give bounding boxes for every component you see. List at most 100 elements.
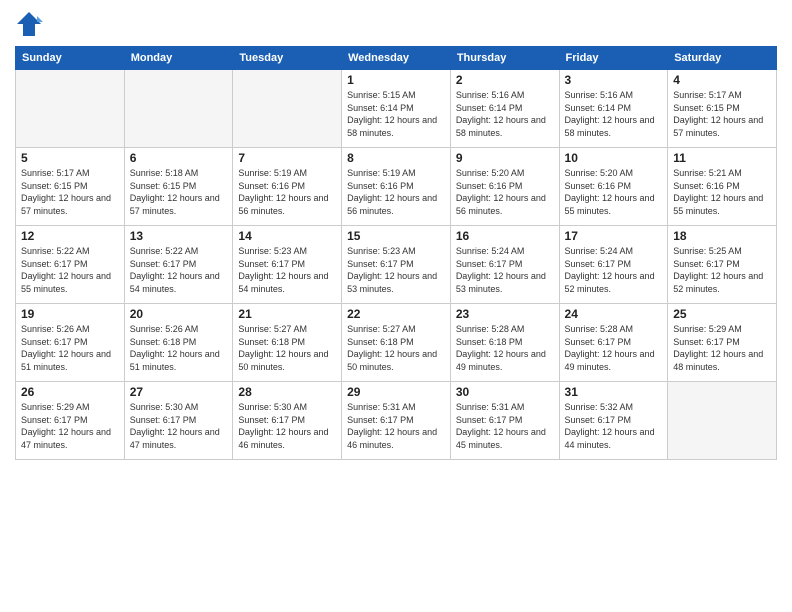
calendar-cell: 26 Sunrise: 5:29 AM Sunset: 6:17 PM Dayli… [16, 382, 125, 460]
day-number: 5 [21, 151, 119, 165]
day-number: 21 [238, 307, 336, 321]
day-info: Sunrise: 5:23 AM Sunset: 6:17 PM Dayligh… [347, 245, 445, 295]
day-info: Sunrise: 5:30 AM Sunset: 6:17 PM Dayligh… [130, 401, 228, 451]
calendar-cell: 20 Sunrise: 5:26 AM Sunset: 6:18 PM Dayli… [124, 304, 233, 382]
calendar-cell: 14 Sunrise: 5:23 AM Sunset: 6:17 PM Dayli… [233, 226, 342, 304]
day-info: Sunrise: 5:16 AM Sunset: 6:14 PM Dayligh… [565, 89, 663, 139]
calendar-header-sunday: Sunday [16, 47, 125, 70]
day-number: 13 [130, 229, 228, 243]
day-info: Sunrise: 5:28 AM Sunset: 6:18 PM Dayligh… [456, 323, 554, 373]
calendar-cell: 30 Sunrise: 5:31 AM Sunset: 6:17 PM Dayli… [450, 382, 559, 460]
header [15, 10, 777, 38]
calendar-header-wednesday: Wednesday [342, 47, 451, 70]
day-number: 19 [21, 307, 119, 321]
day-number: 7 [238, 151, 336, 165]
day-number: 24 [565, 307, 663, 321]
calendar-cell: 27 Sunrise: 5:30 AM Sunset: 6:17 PM Dayli… [124, 382, 233, 460]
day-info: Sunrise: 5:25 AM Sunset: 6:17 PM Dayligh… [673, 245, 771, 295]
day-info: Sunrise: 5:19 AM Sunset: 6:16 PM Dayligh… [238, 167, 336, 217]
day-number: 6 [130, 151, 228, 165]
day-number: 14 [238, 229, 336, 243]
week-row-4: 19 Sunrise: 5:26 AM Sunset: 6:17 PM Dayli… [16, 304, 777, 382]
calendar-header-tuesday: Tuesday [233, 47, 342, 70]
logo-icon [15, 10, 43, 38]
day-info: Sunrise: 5:22 AM Sunset: 6:17 PM Dayligh… [21, 245, 119, 295]
day-number: 27 [130, 385, 228, 399]
calendar-cell: 23 Sunrise: 5:28 AM Sunset: 6:18 PM Dayli… [450, 304, 559, 382]
calendar-cell: 12Sunrise: 5:22 AM Sunset: 6:17 PM Dayli… [16, 226, 125, 304]
week-row-3: 12Sunrise: 5:22 AM Sunset: 6:17 PM Dayli… [16, 226, 777, 304]
day-number: 31 [565, 385, 663, 399]
calendar-header-thursday: Thursday [450, 47, 559, 70]
day-info: Sunrise: 5:32 AM Sunset: 6:17 PM Dayligh… [565, 401, 663, 451]
day-number: 16 [456, 229, 554, 243]
calendar-cell: 22Sunrise: 5:27 AM Sunset: 6:18 PM Dayli… [342, 304, 451, 382]
day-info: Sunrise: 5:17 AM Sunset: 6:15 PM Dayligh… [673, 89, 771, 139]
page: SundayMondayTuesdayWednesdayThursdayFrid… [0, 0, 792, 612]
day-info: Sunrise: 5:19 AM Sunset: 6:16 PM Dayligh… [347, 167, 445, 217]
day-info: Sunrise: 5:23 AM Sunset: 6:17 PM Dayligh… [238, 245, 336, 295]
day-info: Sunrise: 5:18 AM Sunset: 6:15 PM Dayligh… [130, 167, 228, 217]
day-info: Sunrise: 5:22 AM Sunset: 6:17 PM Dayligh… [130, 245, 228, 295]
calendar-cell: 19 Sunrise: 5:26 AM Sunset: 6:17 PM Dayli… [16, 304, 125, 382]
day-number: 17 [565, 229, 663, 243]
day-number: 30 [456, 385, 554, 399]
day-info: Sunrise: 5:26 AM Sunset: 6:18 PM Dayligh… [130, 323, 228, 373]
logo [15, 10, 47, 38]
calendar-cell: 25 Sunrise: 5:29 AM Sunset: 6:17 PM Dayli… [668, 304, 777, 382]
day-number: 4 [673, 73, 771, 87]
day-number: 29 [347, 385, 445, 399]
calendar-cell: 28 Sunrise: 5:30 AM Sunset: 6:17 PM Dayli… [233, 382, 342, 460]
calendar-cell: 21 Sunrise: 5:27 AM Sunset: 6:18 PM Dayli… [233, 304, 342, 382]
day-number: 11 [673, 151, 771, 165]
calendar-cell: 16Sunrise: 5:24 AM Sunset: 6:17 PM Dayli… [450, 226, 559, 304]
day-number: 20 [130, 307, 228, 321]
calendar-cell [124, 70, 233, 148]
calendar-cell: 3 Sunrise: 5:16 AM Sunset: 6:14 PM Daylig… [559, 70, 668, 148]
day-info: Sunrise: 5:15 AM Sunset: 6:14 PM Dayligh… [347, 89, 445, 139]
day-info: Sunrise: 5:29 AM Sunset: 6:17 PM Dayligh… [21, 401, 119, 451]
day-number: 28 [238, 385, 336, 399]
day-info: Sunrise: 5:20 AM Sunset: 6:16 PM Dayligh… [456, 167, 554, 217]
day-number: 26 [21, 385, 119, 399]
calendar-cell: 24 Sunrise: 5:28 AM Sunset: 6:17 PM Dayli… [559, 304, 668, 382]
calendar-cell: 5Sunrise: 5:17 AM Sunset: 6:15 PM Daylig… [16, 148, 125, 226]
calendar-cell: 7 Sunrise: 5:19 AM Sunset: 6:16 PM Daylig… [233, 148, 342, 226]
calendar-cell: 31 Sunrise: 5:32 AM Sunset: 6:17 PM Dayli… [559, 382, 668, 460]
day-info: Sunrise: 5:26 AM Sunset: 6:17 PM Dayligh… [21, 323, 119, 373]
week-row-1: 1 Sunrise: 5:15 AM Sunset: 6:14 PM Daylig… [16, 70, 777, 148]
calendar-cell: 9 Sunrise: 5:20 AM Sunset: 6:16 PM Daylig… [450, 148, 559, 226]
day-info: Sunrise: 5:16 AM Sunset: 6:14 PM Dayligh… [456, 89, 554, 139]
calendar-cell: 6 Sunrise: 5:18 AM Sunset: 6:15 PM Daylig… [124, 148, 233, 226]
calendar-cell: 18Sunrise: 5:25 AM Sunset: 6:17 PM Dayli… [668, 226, 777, 304]
day-number: 23 [456, 307, 554, 321]
day-info: Sunrise: 5:30 AM Sunset: 6:17 PM Dayligh… [238, 401, 336, 451]
day-info: Sunrise: 5:29 AM Sunset: 6:17 PM Dayligh… [673, 323, 771, 373]
day-number: 2 [456, 73, 554, 87]
calendar-cell [668, 382, 777, 460]
day-number: 10 [565, 151, 663, 165]
calendar-cell: 4 Sunrise: 5:17 AM Sunset: 6:15 PM Daylig… [668, 70, 777, 148]
day-number: 9 [456, 151, 554, 165]
calendar-cell: 11 Sunrise: 5:21 AM Sunset: 6:16 PM Dayli… [668, 148, 777, 226]
calendar-cell [233, 70, 342, 148]
day-info: Sunrise: 5:28 AM Sunset: 6:17 PM Dayligh… [565, 323, 663, 373]
calendar-cell: 15 Sunrise: 5:23 AM Sunset: 6:17 PM Dayli… [342, 226, 451, 304]
day-info: Sunrise: 5:21 AM Sunset: 6:16 PM Dayligh… [673, 167, 771, 217]
day-info: Sunrise: 5:27 AM Sunset: 6:18 PM Dayligh… [238, 323, 336, 373]
day-number: 1 [347, 73, 445, 87]
calendar-cell: 10 Sunrise: 5:20 AM Sunset: 6:16 PM Dayli… [559, 148, 668, 226]
day-info: Sunrise: 5:24 AM Sunset: 6:17 PM Dayligh… [565, 245, 663, 295]
day-number: 3 [565, 73, 663, 87]
calendar-cell: 13 Sunrise: 5:22 AM Sunset: 6:17 PM Dayli… [124, 226, 233, 304]
day-number: 15 [347, 229, 445, 243]
calendar-header-friday: Friday [559, 47, 668, 70]
day-info: Sunrise: 5:31 AM Sunset: 6:17 PM Dayligh… [456, 401, 554, 451]
day-number: 25 [673, 307, 771, 321]
calendar-header-monday: Monday [124, 47, 233, 70]
day-info: Sunrise: 5:31 AM Sunset: 6:17 PM Dayligh… [347, 401, 445, 451]
calendar-cell [16, 70, 125, 148]
day-info: Sunrise: 5:20 AM Sunset: 6:16 PM Dayligh… [565, 167, 663, 217]
week-row-5: 26 Sunrise: 5:29 AM Sunset: 6:17 PM Dayli… [16, 382, 777, 460]
calendar-header-saturday: Saturday [668, 47, 777, 70]
